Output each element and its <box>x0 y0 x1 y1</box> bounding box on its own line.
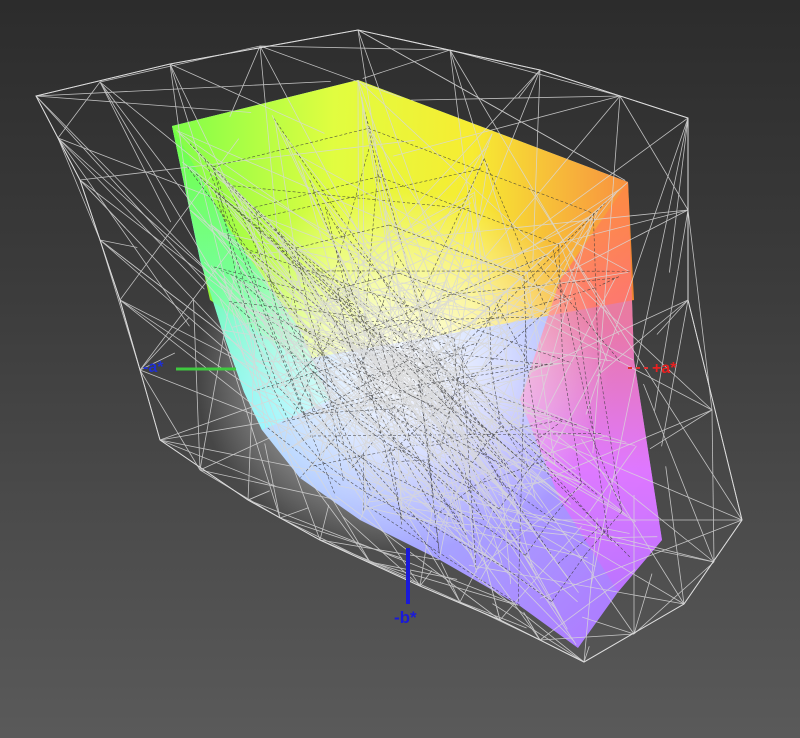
gamut-diagram <box>35 29 743 663</box>
wireframe-edge <box>633 573 653 635</box>
wireframe-edge <box>459 601 527 629</box>
wireframe-edge <box>99 81 172 223</box>
wireframe-edge <box>518 69 541 99</box>
wireframe-edge <box>57 81 101 139</box>
wireframe-edge <box>619 95 689 211</box>
wireframe-edge <box>711 409 715 563</box>
pos-a-axis-label: +a* <box>652 360 677 377</box>
wireframe-edge <box>649 409 713 450</box>
wireframe-edge <box>259 45 451 51</box>
wireframe-edge <box>687 209 713 411</box>
wireframe-edge <box>449 49 621 97</box>
wireframe-edge <box>99 45 261 83</box>
neg-b-axis-label: -b* <box>394 608 417 627</box>
wireframe-edge <box>654 209 689 411</box>
wireframe-edge <box>35 80 331 97</box>
neg-a-axis-label: -a* <box>143 359 164 376</box>
wireframe-edge <box>35 95 252 113</box>
